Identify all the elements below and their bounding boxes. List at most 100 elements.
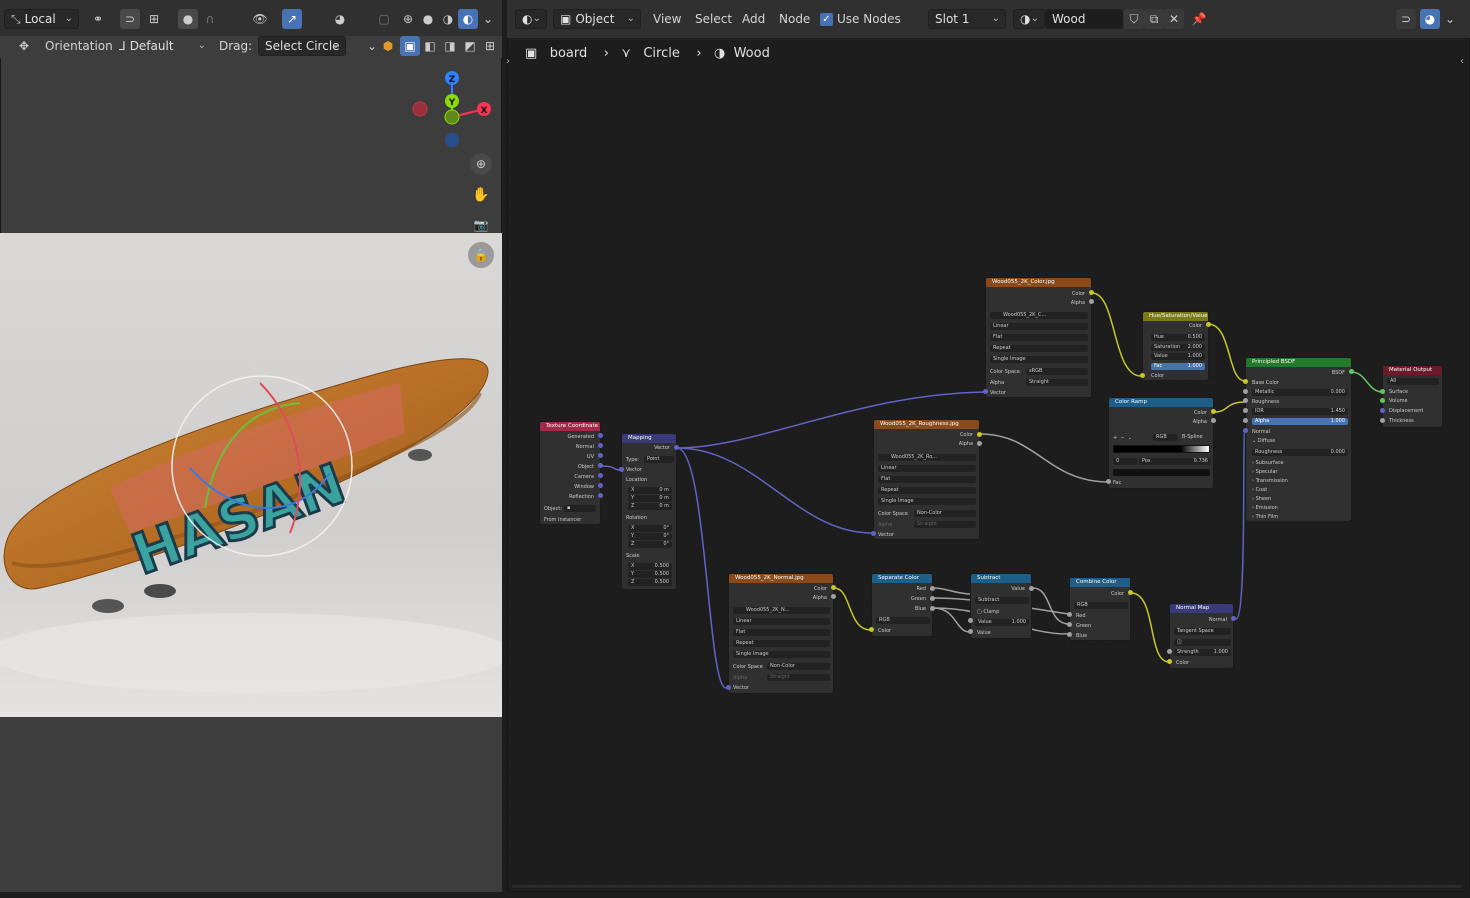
snap-target-icon[interactable]: ⊞	[144, 9, 164, 29]
alpha-dropdown[interactable]: Straight	[914, 521, 976, 528]
menu-add[interactable]: Add	[742, 12, 765, 26]
strength-field[interactable]: Strength 1.000	[1174, 649, 1231, 656]
extension-dropdown[interactable]: Repeat	[733, 640, 830, 647]
socket-green-in[interactable]	[1067, 622, 1072, 627]
socket-base-color-in[interactable]	[1243, 379, 1248, 384]
socket-camera[interactable]	[598, 473, 603, 478]
node-normal-texture[interactable]: Wood055_2K_Normal.jpg Color Alpha Wood05…	[728, 573, 834, 694]
falloff-icon[interactable]: ∩	[200, 9, 220, 29]
overlays-icon[interactable]: ◕	[1420, 9, 1440, 29]
fake-user-shield-icon[interactable]: ⛉	[1124, 9, 1144, 29]
separate-mode-dropdown[interactable]: RGB	[876, 617, 930, 624]
solid-shading-icon[interactable]: ●	[418, 9, 438, 29]
socket-color-in[interactable]	[1167, 659, 1172, 664]
socket-color-out[interactable]	[1211, 409, 1216, 414]
rotate-gizmo[interactable]	[0, 233, 502, 717]
socket-red-out[interactable]	[930, 586, 935, 591]
socket-bsdf-out[interactable]	[1349, 369, 1354, 374]
select-mode-icon[interactable]: ▣	[400, 36, 420, 56]
transform-space-dropdown[interactable]: ⤡ Local ⌄	[4, 9, 79, 29]
hue-field[interactable]: Hue 0.500	[1151, 334, 1205, 341]
extension-dropdown[interactable]: Repeat	[878, 487, 976, 494]
socket-color-in[interactable]	[1140, 373, 1145, 378]
rotation-y-field[interactable]: Y 0°	[628, 533, 672, 540]
socket-roughness-in[interactable]	[1243, 398, 1248, 403]
socket-uv[interactable]	[598, 453, 603, 458]
toolbar-toggle-arrow-icon[interactable]: ›	[506, 56, 510, 67]
subsurface-panel[interactable]: › Subsurface	[1252, 460, 1284, 466]
node-normal-map[interactable]: Normal Map Normal Tangent Space ◫ Streng…	[1169, 603, 1234, 669]
extension-dropdown[interactable]: Repeat	[990, 345, 1088, 352]
select-extend-icon[interactable]: ◧	[420, 36, 440, 56]
socket-alpha-out[interactable]	[1089, 299, 1094, 304]
scale-z-field[interactable]: Z 0.500	[628, 579, 672, 586]
fac-field[interactable]: Fac 1.000	[1151, 363, 1205, 370]
saturation-field[interactable]: Saturation 2.000	[1151, 344, 1205, 351]
rendered-viewport-image[interactable]: HASAN 🔒	[0, 233, 502, 717]
rotation-x-field[interactable]: X 0°	[628, 525, 672, 532]
node-color-ramp[interactable]: Color Ramp Color Alpha + − ⌄ RGB B-Splin…	[1108, 397, 1214, 489]
alpha-field[interactable]: Alpha 1.000	[1252, 418, 1348, 425]
select-subtract-icon[interactable]: ◨	[440, 36, 460, 56]
interpolation-dropdown[interactable]: Linear	[878, 465, 976, 472]
menu-node[interactable]: Node	[779, 12, 810, 26]
unlink-x-icon[interactable]: ✕	[1164, 9, 1184, 29]
alpha-dropdown[interactable]: Straight	[1026, 379, 1088, 386]
socket-vector-in[interactable]	[619, 467, 624, 472]
navigation-gizmo[interactable]: Z Y X	[405, 64, 502, 156]
socket-vector-in[interactable]	[983, 389, 988, 394]
image-selector[interactable]: Wood055_2K_N...	[733, 607, 830, 614]
neg-x-axis[interactable]	[412, 101, 428, 117]
output-target-dropdown[interactable]: All	[1387, 378, 1439, 385]
math-operation-dropdown[interactable]: Subtract	[975, 597, 1029, 604]
mapping-type-dropdown[interactable]: Point	[644, 456, 674, 463]
projection-dropdown[interactable]: Flat	[990, 334, 1088, 341]
location-x-field[interactable]: X0 m	[628, 487, 672, 494]
ramp-color-swatch[interactable]	[1113, 469, 1210, 476]
pivot-icon[interactable]: ⚭	[88, 9, 108, 29]
socket-object[interactable]	[598, 463, 603, 468]
metallic-field[interactable]: Metallic 0.000	[1252, 389, 1348, 396]
ramp-add-remove-buttons[interactable]: + − ⌄	[1113, 435, 1132, 441]
from-instancer-checkbox[interactable]: From Instancer	[544, 517, 581, 523]
source-dropdown[interactable]: Single Image	[990, 356, 1088, 363]
snapping-icon[interactable]: ⊃	[1396, 9, 1416, 29]
interpolation-dropdown[interactable]: Linear	[733, 618, 830, 625]
value-field[interactable]: Value 1.000	[1151, 353, 1205, 360]
socket-color-out[interactable]	[1206, 322, 1211, 327]
use-nodes-checkbox[interactable]: ✓	[820, 13, 833, 26]
pan-hand-icon[interactable]: ✋	[470, 184, 492, 206]
ramp-mode-dropdown[interactable]: RGB	[1153, 434, 1177, 441]
image-selector[interactable]: Wood055_2K_C...	[990, 312, 1088, 319]
combine-mode-dropdown[interactable]: RGB	[1074, 602, 1128, 609]
scale-x-field[interactable]: X 0.500	[628, 563, 672, 570]
material-name-field[interactable]: Wood	[1045, 9, 1123, 29]
image-selector[interactable]: Wood055_2K_Ro...	[878, 454, 976, 461]
object-field[interactable]: ▪	[564, 505, 596, 512]
visibility-icon[interactable]: 👁	[250, 9, 270, 29]
rotation-z-field[interactable]: Z 0°	[628, 541, 672, 548]
rendered-shading-icon[interactable]: ◐	[458, 9, 478, 29]
socket-generated[interactable]	[598, 433, 603, 438]
overlay-icon[interactable]: ◕	[330, 9, 350, 29]
node-mapping[interactable]: Mapping Vector Type: Point Vector Locati…	[621, 433, 677, 590]
projection-dropdown[interactable]: Flat	[878, 476, 976, 483]
socket-green-out[interactable]	[930, 596, 935, 601]
diffuse-panel[interactable]: ⌄ Diffuse	[1252, 438, 1275, 444]
socket-red-in[interactable]	[1067, 612, 1072, 617]
material-browse-dropdown[interactable]: ◑ ⌄	[1013, 9, 1045, 29]
duplicate-material-icon[interactable]: ⧉	[1144, 9, 1164, 29]
emission-panel[interactable]: › Emission	[1252, 505, 1278, 511]
socket-color-out[interactable]	[831, 585, 836, 590]
socket-value2-in[interactable]	[968, 629, 973, 634]
projection-dropdown[interactable]: Flat	[733, 629, 830, 636]
node-hue-saturation-value[interactable]: Hue/Saturation/Value Color Hue 0.500 Satu…	[1142, 311, 1209, 381]
ramp-index-field[interactable]: 0	[1113, 458, 1137, 465]
socket-blue-in[interactable]	[1067, 632, 1072, 637]
socket-vector-out[interactable]	[674, 445, 679, 450]
node-texture-coordinate[interactable]: Texture Coordinate Generated Normal UV O…	[539, 421, 601, 525]
socket-color-out[interactable]	[1089, 290, 1094, 295]
alpha-dropdown[interactable]: Straight	[767, 674, 830, 681]
socket-vector-in[interactable]	[726, 685, 731, 690]
socket-value1-in[interactable]	[968, 618, 973, 623]
